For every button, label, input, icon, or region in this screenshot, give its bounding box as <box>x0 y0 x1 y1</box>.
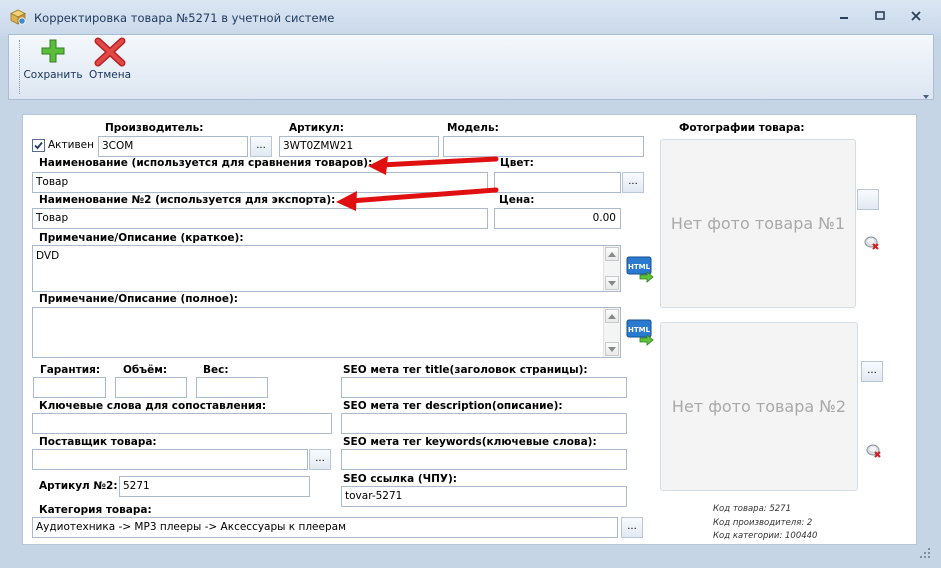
seo-title-field[interactable] <box>341 377 627 398</box>
html-editor-icon[interactable]: HTML <box>626 318 654 346</box>
svg-text:HTML: HTML <box>628 263 651 271</box>
manufacturer-label: Производитель: <box>105 122 204 134</box>
scroll-up-icon[interactable] <box>605 247 619 261</box>
note-full-label: Примечание/Описание (полное): <box>39 293 239 305</box>
active-checkbox[interactable] <box>32 139 45 152</box>
note-full-scrollbar[interactable] <box>603 308 620 357</box>
scroll-down-icon[interactable] <box>605 342 619 356</box>
resize-grip-icon[interactable] <box>918 546 932 560</box>
category-field[interactable]: Аудиотехника -> MP3 плееры -> Аксессуары… <box>32 517 618 538</box>
box-app-icon <box>10 9 26 25</box>
seo-url-field[interactable]: tovar-5271 <box>341 486 627 507</box>
close-icon <box>911 11 921 21</box>
seo-url-label: SEO ссылка (ЧПУ): <box>343 473 457 485</box>
title-bar: Корректировка товара №5271 в учетной сис… <box>0 0 941 36</box>
category-label: Категория товара: <box>39 504 152 516</box>
model-label: Модель: <box>447 122 499 134</box>
maximize-button[interactable] <box>866 6 894 26</box>
name2-field[interactable]: Товар <box>32 208 488 229</box>
active-label: Активен <box>48 139 94 151</box>
article-field[interactable]: 3WT0ZMW21 <box>279 136 439 157</box>
seo-keywords-field[interactable] <box>341 449 627 470</box>
supplier-field[interactable] <box>32 449 308 470</box>
photo-2-browse-button[interactable]: ... <box>861 361 883 382</box>
save-button[interactable]: Сохранить <box>23 37 83 97</box>
photo-2-placeholder[interactable]: Нет фото товара №2 <box>660 322 858 491</box>
color-browse-button[interactable]: ... <box>622 172 644 193</box>
name2-label: Наименование №2 (используется для экспор… <box>39 194 336 206</box>
scroll-down-icon[interactable] <box>605 276 619 290</box>
scroll-up-icon[interactable] <box>605 309 619 323</box>
keywords-match-label: Ключевые слова для сопоставления: <box>39 400 267 412</box>
photo-1-placeholder[interactable]: Нет фото товара №1 <box>660 139 856 308</box>
note-short-textarea[interactable]: DVD <box>32 245 621 292</box>
window-title: Корректировка товара №5271 в учетной сис… <box>34 11 335 25</box>
weight-field[interactable] <box>196 377 268 398</box>
delete-photo-2-icon[interactable] <box>866 443 882 459</box>
supplier-label: Поставщик товара: <box>39 436 157 448</box>
article2-field[interactable]: 5271 <box>119 476 310 497</box>
toolbar-overflow-icon[interactable] <box>922 91 930 99</box>
seo-keywords-label: SEO мета тег keywords(ключевые слова): <box>343 436 597 448</box>
delete-photo-1-icon[interactable] <box>864 235 880 251</box>
manufacturer-field[interactable]: 3COM <box>98 136 248 157</box>
photo-1-browse-button[interactable] <box>857 189 879 210</box>
model-field[interactable] <box>443 136 644 157</box>
weight-label: Вес: <box>203 364 229 376</box>
price-field[interactable]: 0.00 <box>494 208 621 229</box>
save-label: Сохранить <box>23 69 83 81</box>
volume-label: Объём: <box>123 364 168 376</box>
manufacturer-browse-button[interactable]: ... <box>250 136 272 157</box>
category-code-text: Код категории: 100440 <box>713 531 818 541</box>
warranty-field[interactable] <box>33 377 106 398</box>
svg-text:HTML: HTML <box>628 326 651 334</box>
product-form-panel: Активен Производитель: 3COM ... Артикул:… <box>22 114 917 545</box>
html-editor-icon[interactable]: HTML <box>626 255 654 283</box>
photos-label: Фотографии товара: <box>679 122 805 134</box>
close-button[interactable] <box>902 6 930 26</box>
price-label: Цена: <box>499 194 535 206</box>
note-short-text: DVD <box>36 250 60 262</box>
note-short-label: Примечание/Описание (краткое): <box>39 232 244 244</box>
plus-icon <box>41 39 65 63</box>
color-field[interactable] <box>494 172 621 193</box>
seo-description-field[interactable] <box>341 413 627 434</box>
minimize-button[interactable] <box>830 6 858 26</box>
article2-label: Артикул №2: <box>39 480 118 492</box>
note-full-textarea[interactable] <box>32 307 621 358</box>
supplier-browse-button[interactable]: ... <box>309 449 331 470</box>
cross-icon <box>94 37 126 67</box>
cancel-label: Отмена <box>88 69 132 81</box>
manufacturer-code-text: Код производителя: 2 <box>713 518 813 528</box>
maximize-icon <box>875 11 885 20</box>
volume-field[interactable] <box>115 377 187 398</box>
product-code-text: Код товара: 5271 <box>713 504 791 514</box>
name-label: Наименование (используется для сравнения… <box>39 157 373 169</box>
color-label: Цвет: <box>500 157 534 169</box>
article-label: Артикул: <box>289 122 344 134</box>
minimize-icon <box>840 17 848 19</box>
warranty-label: Гарантия: <box>40 364 101 376</box>
toolbar-grip[interactable] <box>19 40 22 94</box>
checkmark-icon <box>34 141 43 150</box>
note-short-scrollbar[interactable] <box>603 246 620 291</box>
seo-description-label: SEO мета тег description(описание): <box>343 400 563 412</box>
seo-title-label: SEO мета тег title(заголовок страницы): <box>343 364 588 376</box>
keywords-match-field[interactable] <box>32 413 332 434</box>
name-field[interactable]: Товар <box>32 172 488 193</box>
category-browse-button[interactable]: ... <box>621 517 643 538</box>
cancel-button[interactable]: Отмена <box>85 37 135 97</box>
toolbar: Сохранить Отмена <box>8 34 934 100</box>
